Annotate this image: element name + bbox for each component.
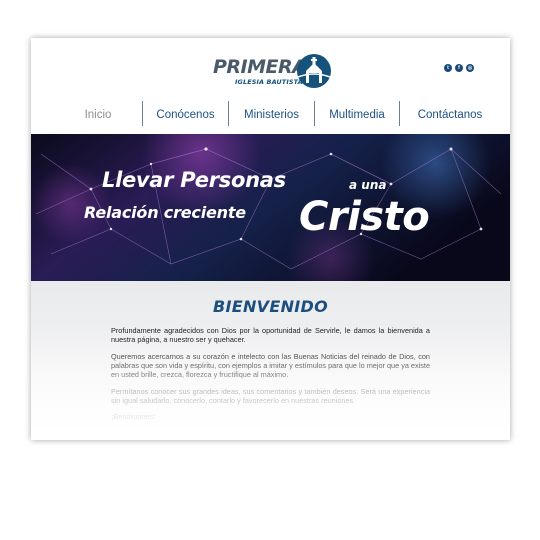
nav-item-inicio[interactable]: Inicio [53, 100, 143, 130]
headline-connector: a una [349, 178, 387, 192]
banner-headline: Llevar Personas a una Relación creciente… [31, 134, 510, 281]
main-nav: Inicio Conócenos Ministerios Multimedia … [31, 100, 510, 130]
facebook-icon[interactable]: f [455, 64, 463, 72]
nav-item-ministerios[interactable]: Ministerios [229, 100, 314, 130]
church-logo[interactable]: PRIMERA IGLESIA BAUTISTA [213, 52, 333, 88]
nav-item-contactanos[interactable]: Contáctanos [400, 100, 500, 130]
nav-item-multimedia[interactable]: Multimedia [315, 100, 399, 130]
nav-item-conocenos[interactable]: Conócenos [143, 100, 228, 130]
twitter-icon[interactable]: t [444, 64, 452, 72]
headline-line-1: Llevar Personas [102, 168, 286, 192]
logo-subtitle: IGLESIA BAUTISTA [235, 78, 303, 86]
church-emblem-icon [297, 54, 331, 88]
site-header: PRIMERA IGLESIA BAUTISTA t f ◎ [31, 38, 510, 100]
welcome-blessing: ¡Bendiciones! [111, 412, 156, 421]
headline-line-2: Relación creciente [84, 203, 246, 222]
web-page-mockup: PRIMERA IGLESIA BAUTISTA t f ◎ Inicio Co… [31, 38, 510, 440]
welcome-section: BIENVENIDO Profundamente agradecidos con… [31, 281, 510, 440]
hero-banner: Llevar Personas a una Relación creciente… [31, 134, 510, 281]
welcome-paragraph-3: Permítanos conocer sus grandes ideas, su… [111, 387, 430, 405]
welcome-heading: BIENVENIDO [212, 297, 328, 316]
welcome-paragraph-1: Profundamente agradecidos con Dios por l… [111, 326, 430, 344]
logo-wordmark: PRIMERA [213, 56, 307, 78]
headline-emphasis: Cristo [299, 194, 430, 240]
instagram-icon[interactable]: ◎ [466, 64, 474, 72]
welcome-paragraph-2: Queremos acercarnos a su corazón e intel… [111, 352, 430, 379]
social-links: t f ◎ [444, 64, 474, 72]
